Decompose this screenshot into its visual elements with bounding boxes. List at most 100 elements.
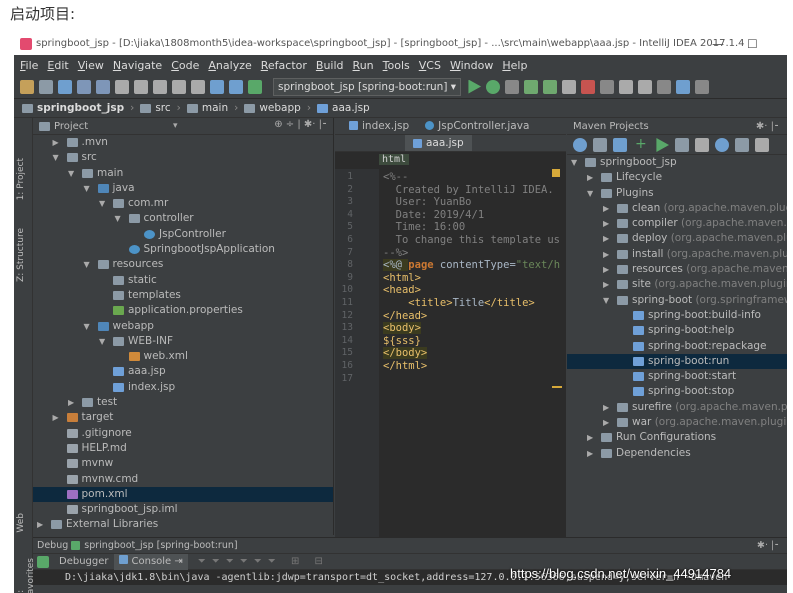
- maven-tree-item[interactable]: spring-boot:help: [567, 323, 787, 338]
- save-icon[interactable]: [39, 79, 53, 94]
- maven-tree-item[interactable]: ▶ surefire (org.apache.maven.plugins.: [567, 400, 787, 415]
- project-tree-item[interactable]: springboot_jsp.iml: [33, 502, 333, 517]
- collapsed-arrow-icon[interactable]: ▶: [603, 262, 611, 277]
- error-stripe-mark[interactable]: [552, 386, 562, 388]
- maven-tree-item[interactable]: ▼ spring-boot (org.springframework.b: [567, 293, 787, 308]
- update-icon[interactable]: [562, 79, 577, 94]
- build-icon[interactable]: [248, 79, 262, 94]
- project-tree-item[interactable]: ▶ target: [33, 410, 333, 425]
- cut-icon[interactable]: [115, 79, 129, 94]
- project-tree-item[interactable]: static: [33, 273, 333, 288]
- collapsed-arrow-icon[interactable]: ▶: [587, 170, 595, 185]
- settings-icon[interactable]: [619, 79, 634, 94]
- show-dependencies-icon[interactable]: [735, 138, 749, 152]
- maven-tree-item[interactable]: ▶ Run Configurations: [567, 430, 787, 445]
- expanded-arrow-icon[interactable]: ▼: [571, 155, 579, 170]
- stepping-actions[interactable]: ⏷⏷⏷⏷⏷⏷ ⊞ ⊟: [198, 556, 329, 567]
- project-panel-title[interactable]: Project: [54, 121, 88, 132]
- maven-tree-item[interactable]: spring-boot:run: [567, 353, 787, 370]
- expanded-arrow-icon[interactable]: ▼: [603, 293, 611, 308]
- vcs-icon[interactable]: [600, 79, 615, 94]
- debug-icon[interactable]: [486, 79, 501, 94]
- tag-crumb-html[interactable]: html: [379, 154, 410, 165]
- maven-tree-item[interactable]: ▶ install (org.apache.maven.plugins:m: [567, 247, 787, 262]
- rerun-icon[interactable]: [37, 555, 49, 568]
- profile-icon[interactable]: [524, 79, 539, 94]
- copy-icon[interactable]: [134, 79, 148, 94]
- tab-debugger[interactable]: Debugger: [54, 554, 114, 570]
- tab-console[interactable]: Console ⇥: [113, 553, 188, 570]
- generate-sources-icon[interactable]: [593, 138, 607, 152]
- expanded-arrow-icon[interactable]: ▼: [84, 319, 92, 334]
- debug-config-name[interactable]: springboot_jsp [spring-boot:run]: [84, 540, 237, 551]
- add-maven-project-icon[interactable]: +: [635, 136, 647, 152]
- expanded-arrow-icon[interactable]: ▼: [115, 211, 123, 226]
- project-tree-item[interactable]: ▶ test: [33, 395, 333, 410]
- breadcrumb-item[interactable]: src: [140, 102, 171, 114]
- maximize-button[interactable]: ☐: [747, 33, 758, 55]
- project-tree-item[interactable]: mvnw: [33, 456, 333, 471]
- collapsed-arrow-icon[interactable]: ▶: [603, 201, 611, 216]
- maven-tree-item[interactable]: spring-boot:repackage: [567, 339, 787, 354]
- maven-tree-item[interactable]: ▶ site (org.apache.maven.plugins:mav: [567, 277, 787, 292]
- collapsed-arrow-icon[interactable]: ▶: [587, 446, 595, 461]
- code-area[interactable]: <%-- Created by IntelliJ IDEA. User: Yua…: [379, 169, 566, 570]
- collapsed-arrow-icon[interactable]: ▶: [37, 517, 45, 532]
- expanded-arrow-icon[interactable]: ▼: [68, 166, 76, 181]
- web-tool-tab[interactable]: Web: [16, 513, 26, 533]
- debug-settings-icon[interactable]: ✱· |⁃: [757, 540, 779, 551]
- replace-icon[interactable]: [191, 79, 205, 94]
- undo-icon[interactable]: [77, 79, 91, 94]
- collapsed-arrow-icon[interactable]: ▶: [603, 247, 611, 262]
- collapsed-arrow-icon[interactable]: ▶: [603, 231, 611, 246]
- editor-tab-active[interactable]: aaa.jsp: [405, 135, 472, 151]
- collapsed-arrow-icon[interactable]: ▶: [603, 216, 611, 231]
- project-tree-item[interactable]: web.xml: [33, 349, 333, 364]
- collapsed-arrow-icon[interactable]: ▶: [68, 395, 76, 410]
- maven-tree-item[interactable]: ▼ Plugins: [567, 186, 787, 201]
- skip-tests-icon[interactable]: [715, 138, 729, 152]
- expanded-arrow-icon[interactable]: ▼: [84, 257, 92, 272]
- project-tree-item[interactable]: ▼ com.mr: [33, 196, 333, 211]
- attach-icon[interactable]: [543, 79, 558, 94]
- maven-tree-item[interactable]: ▼ springboot_jsp: [567, 155, 787, 170]
- menu-analyze[interactable]: Analyze: [208, 59, 251, 72]
- menu-run[interactable]: Run: [353, 59, 374, 72]
- project-tree-item[interactable]: .gitignore: [33, 426, 333, 441]
- reimport-icon[interactable]: [573, 138, 587, 152]
- structure-tool-tab[interactable]: Z: Structure: [16, 228, 26, 282]
- collapsed-arrow-icon[interactable]: ▶: [53, 135, 61, 150]
- run-icon[interactable]: [468, 79, 482, 94]
- view-dropdown-icon[interactable]: ▾: [173, 121, 178, 131]
- project-tree-item[interactable]: ▼ WEB-INF: [33, 334, 333, 349]
- forward-icon[interactable]: [229, 79, 243, 94]
- breadcrumb-item[interactable]: webapp: [244, 102, 301, 114]
- find-icon[interactable]: [172, 79, 186, 94]
- menu-vcs[interactable]: VCS: [419, 59, 441, 72]
- paste-icon[interactable]: [153, 79, 167, 94]
- menu-edit[interactable]: Edit: [47, 59, 68, 72]
- download-icon[interactable]: [613, 138, 627, 152]
- menu-file[interactable]: File: [20, 59, 38, 72]
- expanded-arrow-icon[interactable]: ▼: [53, 150, 61, 165]
- project-tree-item[interactable]: application.properties: [33, 303, 333, 318]
- terminal-icon[interactable]: [695, 79, 710, 94]
- expanded-arrow-icon[interactable]: ▼: [99, 334, 107, 349]
- maven-panel-settings-icon[interactable]: ✱· |⁃: [756, 121, 779, 132]
- maven-tree-item[interactable]: ▶ Dependencies: [567, 446, 787, 461]
- menu-window[interactable]: Window: [450, 59, 493, 72]
- menu-view[interactable]: View: [78, 59, 104, 72]
- collapse-all-icon[interactable]: [755, 138, 769, 152]
- maven-tree-item[interactable]: ▶ Lifecycle: [567, 170, 787, 185]
- project-tree-item[interactable]: ▶ .mvn: [33, 135, 333, 150]
- collapsed-arrow-icon[interactable]: ▶: [603, 400, 611, 415]
- toggle-offline-icon[interactable]: [695, 138, 709, 152]
- editor-tab[interactable]: JspController.java: [417, 117, 537, 134]
- project-tree-item[interactable]: templates: [33, 288, 333, 303]
- project-tree-item[interactable]: ▼ resources: [33, 257, 333, 272]
- expanded-arrow-icon[interactable]: ▼: [84, 181, 92, 196]
- warning-marker-icon[interactable]: [552, 169, 560, 177]
- project-tool-tab[interactable]: 1: Project: [16, 158, 26, 200]
- project-tree-item[interactable]: ▼ java: [33, 181, 333, 196]
- maven-tree-item[interactable]: ▶ clean (org.apache.maven.plugins:m: [567, 201, 787, 216]
